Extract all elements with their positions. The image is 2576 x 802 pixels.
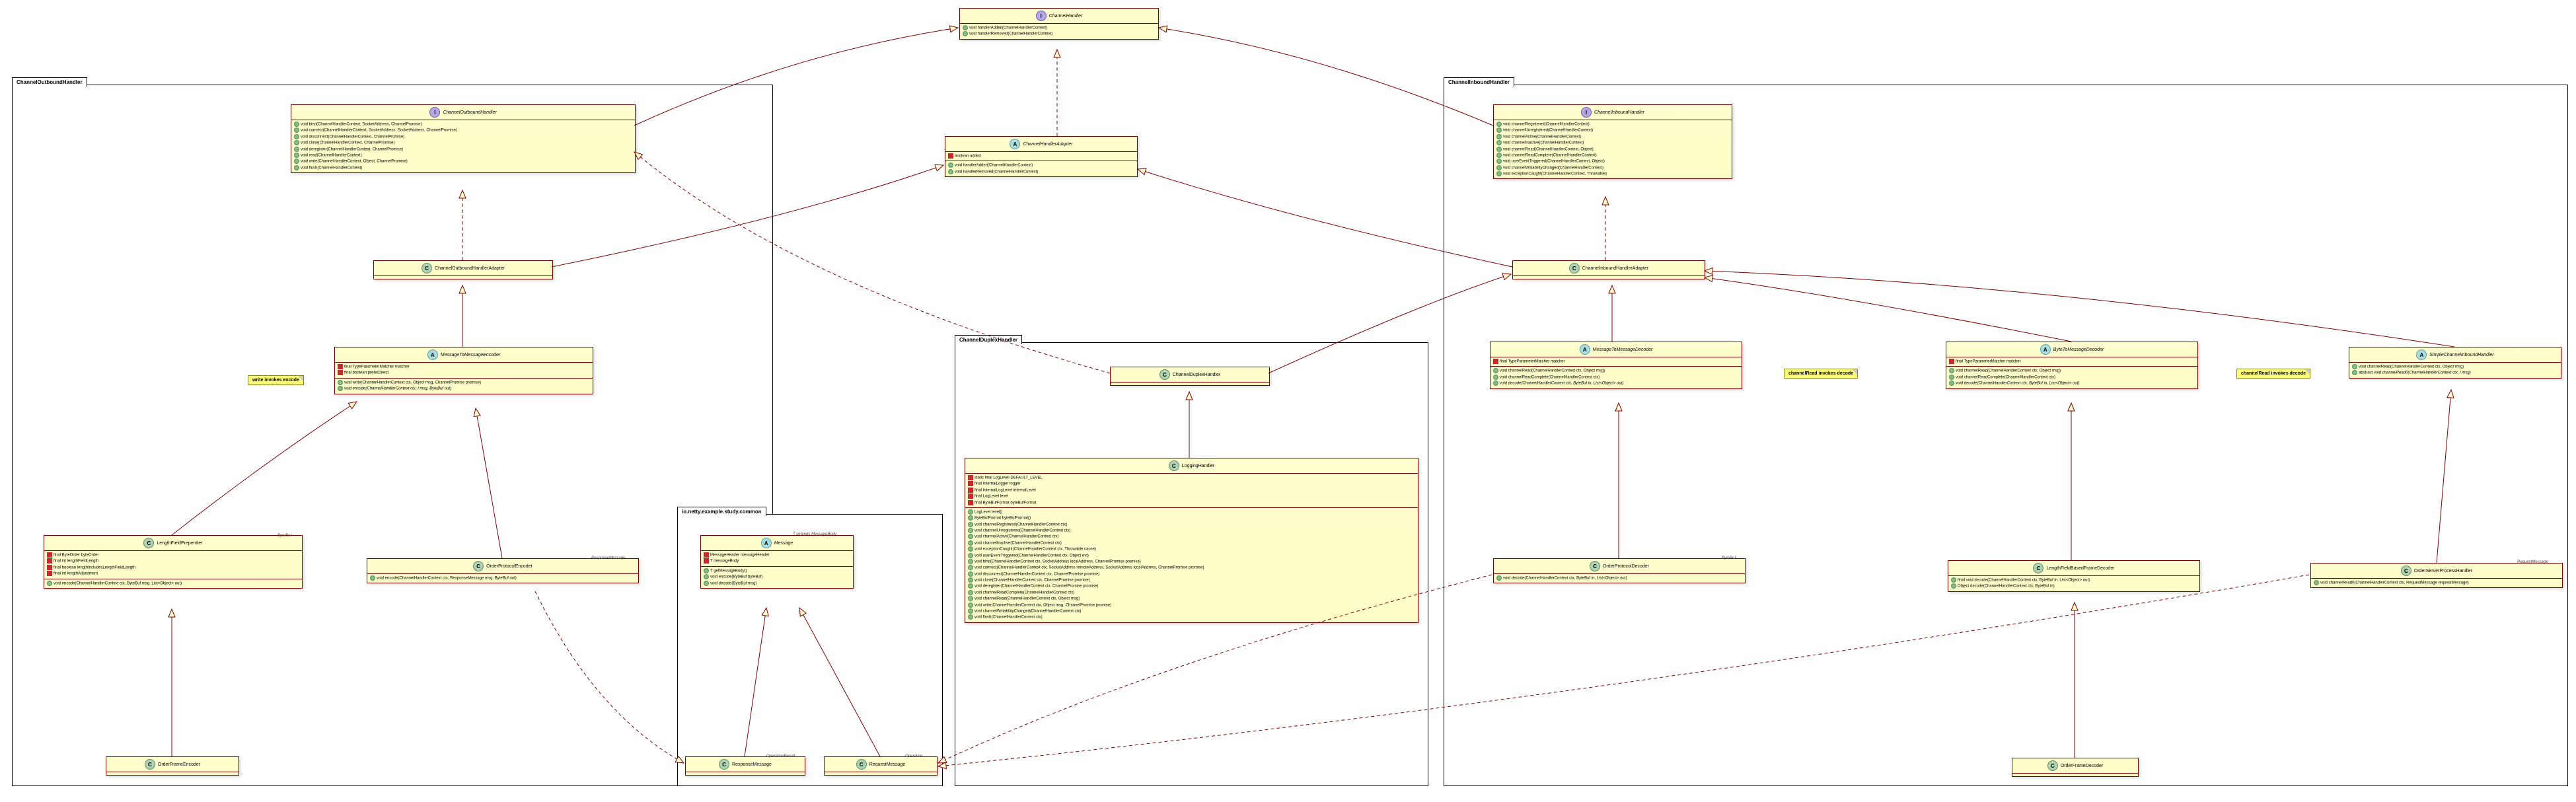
package-common-title: io.netty.example.study.common bbox=[677, 507, 766, 516]
class-icon: C bbox=[145, 759, 155, 770]
package-inbound: ChannelInboundHandler bbox=[1444, 85, 2568, 786]
class-ChannelInboundHandler-if: IChannelInboundHandler void channelRegis… bbox=[1493, 104, 1732, 179]
note-write-encode: write invokes encode bbox=[248, 375, 304, 385]
class-icon: C bbox=[422, 263, 432, 273]
abstract-icon: A bbox=[1580, 344, 1590, 355]
class-OrderProtocolDecoder: COrderProtocolDecoder void decode(Channe… bbox=[1493, 558, 1746, 583]
stereo-msg: T extends MessageBody bbox=[793, 532, 836, 536]
class-icon: C bbox=[473, 561, 484, 571]
class-icon: C bbox=[2047, 760, 2058, 771]
class-MessageToMessageEncoder: AMessageToMessageEncoder final TypeParam… bbox=[334, 347, 593, 394]
package-outbound-title: ChannelOutboundHandler bbox=[12, 77, 87, 87]
class-ChannelHandlerAdapter: AChannelHandlerAdapter boolean added voi… bbox=[945, 136, 1138, 177]
stereo-rqm: Operation bbox=[905, 754, 922, 758]
class-ChannelOutboundHandlerAdapter: CChannelOutboundHandlerAdapter bbox=[373, 260, 553, 279]
class-ResponseMessage: CResponseMessage bbox=[685, 756, 805, 776]
class-icon: C bbox=[1159, 369, 1170, 380]
class-icon: C bbox=[2033, 563, 2043, 573]
abstract-icon: A bbox=[427, 349, 438, 360]
abstract-icon: A bbox=[761, 538, 772, 548]
class-ByteToMessageDecoder: AByteToMessageDecoder final TypeParamete… bbox=[1946, 342, 2198, 389]
class-SimpleChannelInboundHandler: ASimpleChannelInboundHandler void channe… bbox=[2349, 347, 2561, 379]
package-duplex-title: ChannelDuplexHandler bbox=[955, 335, 1022, 344]
class-icon: C bbox=[1569, 263, 1580, 273]
class-icon: C bbox=[2401, 565, 2411, 576]
stereo-ope: ResponseMessage bbox=[591, 556, 625, 560]
interface-icon: I bbox=[429, 107, 440, 118]
class-RequestMessage: CRequestMessage bbox=[824, 756, 938, 776]
interface-icon: I bbox=[1036, 11, 1047, 21]
class-MessageToMessageDecoder: AMessageToMessageDecoder final TypeParam… bbox=[1490, 342, 1742, 389]
stereo-osph: RequestMessage bbox=[2517, 560, 2548, 564]
class-ChannelInboundHandlerAdapter: CChannelInboundHandlerAdapter bbox=[1512, 260, 1705, 279]
class-icon: C bbox=[143, 538, 154, 548]
class-ChannelHandler: IChannelHandler void handlerAdded(Channe… bbox=[959, 8, 1159, 40]
stereo-lfp: ByteBuf bbox=[277, 534, 291, 538]
class-OrderFrameEncoder: COrderFrameEncoder bbox=[106, 756, 239, 776]
stereo-opd: ByteBuf bbox=[1722, 556, 1736, 560]
interface-icon: I bbox=[1581, 107, 1592, 118]
class-icon: C bbox=[1590, 561, 1600, 571]
class-icon: C bbox=[719, 759, 729, 770]
class-ChannelDuplexHandler: CChannelDuplexHandler bbox=[1110, 367, 1270, 386]
class-OrderFrameDecoder: COrderFrameDecoder bbox=[2012, 758, 2139, 777]
package-inbound-title: ChannelInboundHandler bbox=[1444, 77, 1514, 87]
class-icon: C bbox=[856, 759, 867, 770]
class-ChannelOutboundHandler-if: IChannelOutboundHandler void bind(Channe… bbox=[291, 104, 636, 173]
class-OrderServerProcessHandler: COrderServerProcessHandler void channelR… bbox=[2310, 563, 2563, 588]
class-icon: C bbox=[1169, 460, 1179, 471]
class-Message: AMessage MessageHeader messageHeader T m… bbox=[700, 535, 854, 589]
note-read-decode-2: channelRead invokes decode bbox=[2236, 369, 2310, 379]
class-LengthFieldBasedFrameDecoder: CLengthFieldBasedFrameDecoder final void… bbox=[1948, 560, 2200, 592]
class-OrderProtocolEncoder: COrderProtocolEncoder void encode(Channe… bbox=[367, 558, 639, 583]
note-read-decode-1: channelRead invokes decode bbox=[1784, 369, 1858, 379]
stereo-rm: OperationResult bbox=[766, 754, 795, 758]
abstract-icon: A bbox=[2040, 344, 2051, 355]
class-LoggingHandler: CLoggingHandler static final LogLevel DE… bbox=[965, 458, 1418, 623]
package-outbound: ChannelOutboundHandler bbox=[12, 85, 773, 786]
class-LengthFieldPrepender: CLengthFieldPrepender final ByteOrder by… bbox=[44, 535, 303, 589]
abstract-icon: A bbox=[1010, 139, 1020, 149]
abstract-icon: A bbox=[2416, 349, 2427, 360]
